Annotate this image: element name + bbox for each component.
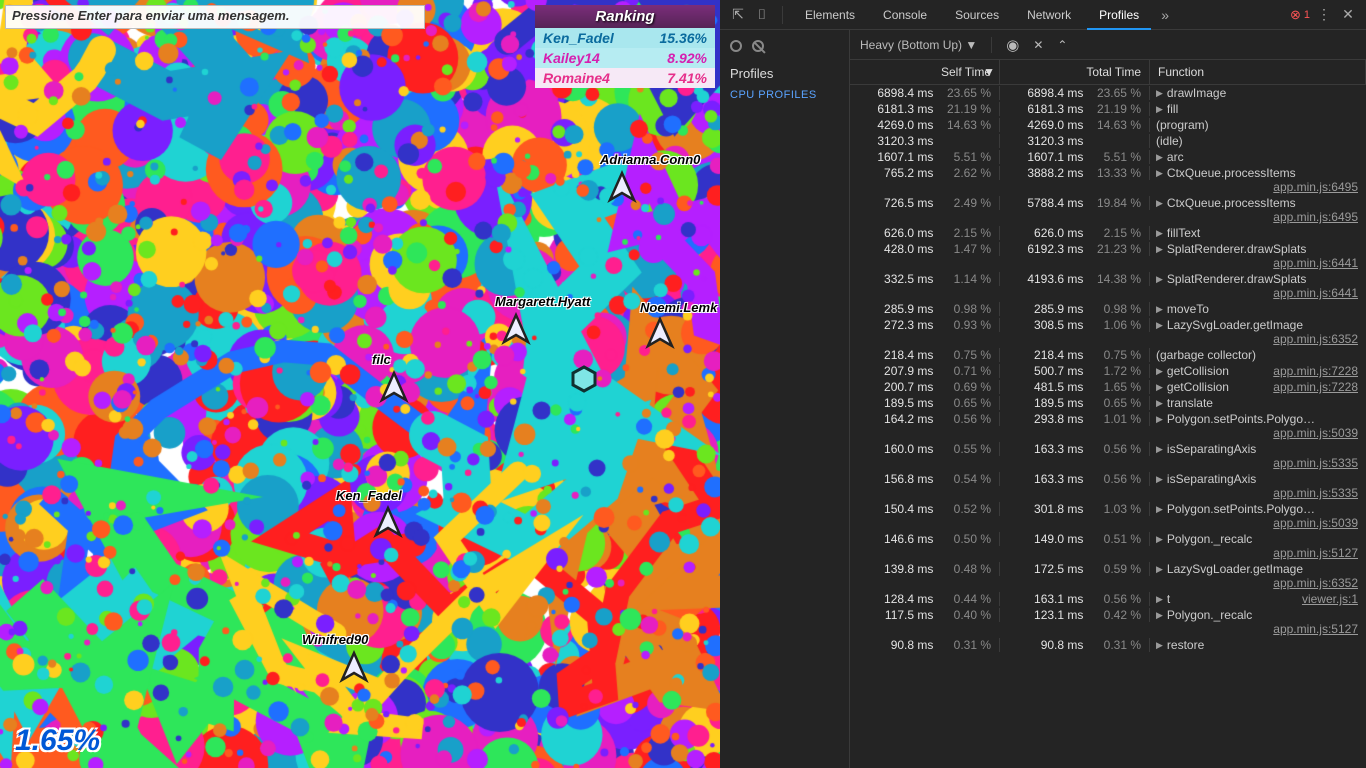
device-icon[interactable]: ⌷ — [752, 6, 772, 23]
devtools-panel: ⇱ ⌷ Elements Console Sources Network Pro… — [720, 0, 1366, 768]
profile-row[interactable]: 117.5 ms0.40 %123.1 ms0.42 %▶Polygon._re… — [850, 607, 1366, 637]
sidebar-item-cpu-profiles[interactable]: CPU PROFILES — [720, 85, 849, 105]
profile-row[interactable]: 272.3 ms0.93 %308.5 ms1.06 %▶LazySvgLoad… — [850, 317, 1366, 347]
nav-up-icon[interactable]: ⌃ — [1057, 38, 1067, 52]
profile-row[interactable]: 285.9 ms0.98 %285.9 ms0.98 %▶moveTo — [850, 301, 1366, 317]
tab-sources[interactable]: Sources — [943, 0, 1011, 30]
ranking-name: Kailey14 — [543, 50, 600, 66]
ranking-pct: 8.92% — [667, 50, 707, 66]
col-self-time[interactable]: Self Time▼ — [850, 60, 1000, 84]
player-ship — [370, 505, 406, 546]
profiles-sidebar: Profiles CPU PROFILES — [720, 30, 850, 768]
profile-grid-body[interactable]: 6898.4 ms23.65 %6898.4 ms23.65 %▶drawIma… — [850, 85, 1366, 768]
profile-row[interactable]: 6181.3 ms21.19 %6181.3 ms21.19 %▶fill — [850, 101, 1366, 117]
profile-row[interactable]: 139.8 ms0.48 %172.5 ms0.59 %▶LazySvgLoad… — [850, 561, 1366, 591]
ranking-row: Ken_Fadel 15.36% — [535, 28, 715, 48]
player-ship — [642, 316, 678, 357]
devtools-tabbar: ⇱ ⌷ Elements Console Sources Network Pro… — [720, 0, 1366, 30]
ranking-name: Romaine4 — [543, 70, 610, 86]
player-label: Noemi.Lemk — [640, 300, 717, 315]
profile-row[interactable]: 428.0 ms1.47 %6192.3 ms21.23 %▶SplatRend… — [850, 241, 1366, 271]
ranking-pct: 15.36% — [660, 30, 707, 46]
powerup-hexagon — [570, 365, 598, 398]
tab-profiles[interactable]: Profiles — [1087, 0, 1151, 30]
more-tabs-icon[interactable]: » — [1155, 7, 1175, 23]
kebab-icon[interactable]: ⋮ — [1314, 6, 1334, 23]
chat-input[interactable]: Pressione Enter para enviar uma mensagem… — [5, 5, 425, 29]
ranking-panel: Ranking Ken_Fadel 15.36% Kailey14 8.92% … — [535, 5, 715, 88]
profile-main: Heavy (Bottom Up) ▼ ◉ ✕ ⌃ Self Time▼ Tot… — [850, 30, 1366, 768]
profile-row[interactable]: 90.8 ms0.31 %90.8 ms0.31 %▶restore — [850, 637, 1366, 653]
profile-row[interactable]: 200.7 ms0.69 %481.5 ms1.65 %▶getCollisio… — [850, 379, 1366, 395]
profile-row[interactable]: 189.5 ms0.65 %189.5 ms0.65 %▶translate — [850, 395, 1366, 411]
player-label: filc — [372, 352, 391, 367]
player-label: Margarett.Hyatt — [495, 294, 590, 309]
profile-row[interactable]: 726.5 ms2.49 %5788.4 ms19.84 %▶CtxQueue.… — [850, 195, 1366, 225]
profile-row[interactable]: 3120.3 ms3120.3 ms(idle) — [850, 133, 1366, 149]
profile-row[interactable]: 218.4 ms0.75 %218.4 ms0.75 %(garbage col… — [850, 347, 1366, 363]
profile-row[interactable]: 146.6 ms0.50 %149.0 ms0.51 %▶Polygon._re… — [850, 531, 1366, 561]
profile-row[interactable]: 164.2 ms0.56 %293.8 ms1.01 %▶Polygon.set… — [850, 411, 1366, 441]
tab-console[interactable]: Console — [871, 0, 939, 30]
player-label: Adrianna.Conn0 — [600, 152, 700, 167]
player-ship — [604, 170, 640, 211]
profile-row[interactable]: 332.5 ms1.14 %4193.6 ms14.38 %▶SplatRend… — [850, 271, 1366, 301]
ranking-name: Ken_Fadel — [543, 30, 614, 46]
tab-elements[interactable]: Elements — [793, 0, 867, 30]
clear-icon[interactable] — [752, 40, 764, 52]
sidebar-title: Profiles — [720, 56, 849, 85]
col-function[interactable]: Function — [1150, 60, 1366, 84]
ranking-row: Kailey14 8.92% — [535, 48, 715, 68]
profile-row[interactable]: 128.4 ms0.44 %163.1 ms0.56 %▶tviewer.js:… — [850, 591, 1366, 607]
profile-row[interactable]: 4269.0 ms14.63 %4269.0 ms14.63 %(program… — [850, 117, 1366, 133]
view-mode-select[interactable]: Heavy (Bottom Up) ▼ — [860, 38, 977, 52]
divider — [782, 6, 783, 24]
game-viewport[interactable]: Pressione Enter para enviar uma mensagem… — [0, 0, 720, 768]
player-ship — [336, 650, 372, 691]
close-icon[interactable]: ✕ — [1338, 6, 1358, 23]
divider — [991, 37, 992, 53]
profile-row[interactable]: 150.4 ms0.52 %301.8 ms1.03 %▶Polygon.set… — [850, 501, 1366, 531]
profile-row[interactable]: 6898.4 ms23.65 %6898.4 ms23.65 %▶drawIma… — [850, 85, 1366, 101]
ranking-row: Romaine4 7.41% — [535, 68, 715, 88]
player-label: Ken_Fadel — [336, 488, 402, 503]
ranking-pct: 7.41% — [667, 70, 707, 86]
profile-toolbar: Heavy (Bottom Up) ▼ ◉ ✕ ⌃ — [850, 30, 1366, 60]
profile-row[interactable]: 156.8 ms0.54 %163.3 ms0.56 %▶isSeparatin… — [850, 471, 1366, 501]
profile-row[interactable]: 626.0 ms2.15 %626.0 ms2.15 %▶fillText — [850, 225, 1366, 241]
error-badge[interactable]: 1 — [1290, 7, 1310, 23]
ranking-title: Ranking — [535, 5, 715, 28]
col-total-time[interactable]: Total Time — [1000, 60, 1150, 84]
profile-row[interactable]: 765.2 ms2.62 %3888.2 ms13.33 %▶CtxQueue.… — [850, 165, 1366, 195]
profile-row[interactable]: 160.0 ms0.55 %163.3 ms0.56 %▶isSeparatin… — [850, 441, 1366, 471]
profile-row[interactable]: 207.9 ms0.71 %500.7 ms1.72 %▶getCollisio… — [850, 363, 1366, 379]
close-profile-icon[interactable]: ✕ — [1033, 38, 1043, 52]
profile-grid-header: Self Time▼ Total Time Function — [850, 60, 1366, 85]
tab-network[interactable]: Network — [1015, 0, 1083, 30]
record-icon[interactable] — [730, 40, 742, 52]
player-ship — [376, 370, 412, 411]
profile-row[interactable]: 1607.1 ms5.51 %1607.1 ms5.51 %▶arc — [850, 149, 1366, 165]
player-label: Winifred90 — [302, 632, 368, 647]
coverage-percent: 1.65% — [15, 724, 100, 758]
player-ship — [498, 312, 534, 353]
eye-icon[interactable]: ◉ — [1006, 36, 1019, 54]
inspect-icon[interactable]: ⇱ — [728, 6, 748, 23]
